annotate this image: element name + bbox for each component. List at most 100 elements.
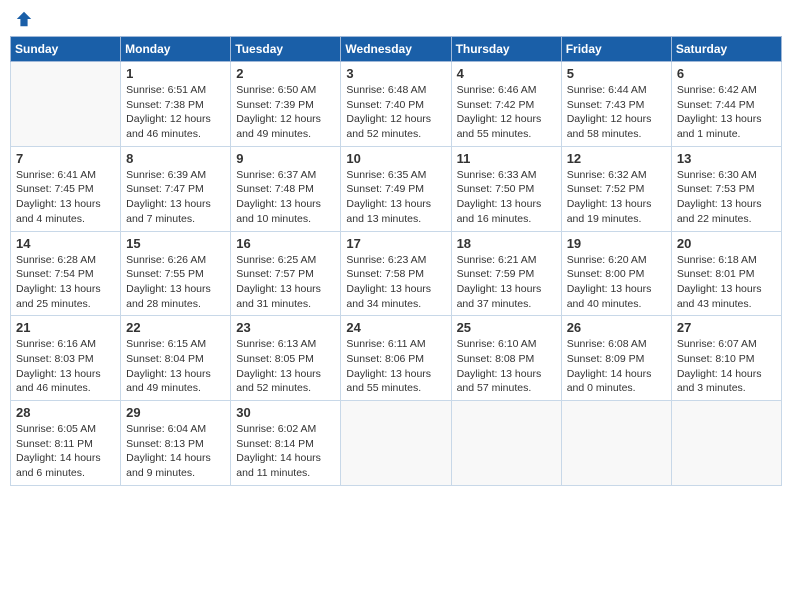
day-info: Sunrise: 6:50 AM Sunset: 7:39 PM Dayligh… <box>236 83 335 142</box>
day-info: Sunrise: 6:16 AM Sunset: 8:03 PM Dayligh… <box>16 337 115 396</box>
calendar-day-cell: 18 Sunrise: 6:21 AM Sunset: 7:59 PM Dayli… <box>451 231 561 316</box>
calendar-day-cell: 2Sunrise: 6:50 AM Sunset: 7:39 PM Daylig… <box>231 62 341 147</box>
day-info: Sunrise: 6:25 AM Sunset: 7:57 PM Dayligh… <box>236 253 335 312</box>
day-number: 29 <box>126 405 225 420</box>
day-info: Sunrise: 6:41 AM Sunset: 7:45 PM Dayligh… <box>16 168 115 227</box>
logo <box>14 10 33 28</box>
calendar-day-cell: 28 Sunrise: 6:05 AM Sunset: 8:11 PM Dayli… <box>11 401 121 486</box>
calendar-header: SundayMondayTuesdayWednesdayThursdayFrid… <box>11 37 782 62</box>
calendar-day-cell: 1 Sunrise: 6:51 AM Sunset: 7:38 PM Daylig… <box>121 62 231 147</box>
calendar-table: SundayMondayTuesdayWednesdayThursdayFrid… <box>10 36 782 486</box>
day-of-week-header: Thursday <box>451 37 561 62</box>
day-number: 18 <box>457 236 556 251</box>
calendar-day-cell <box>11 62 121 147</box>
calendar-day-cell <box>451 401 561 486</box>
calendar-day-cell: 26 Sunrise: 6:08 AM Sunset: 8:09 PM Dayli… <box>561 316 671 401</box>
calendar-day-cell: 7 Sunrise: 6:41 AM Sunset: 7:45 PM Daylig… <box>11 146 121 231</box>
day-info: Sunrise: 6:07 AM Sunset: 8:10 PM Dayligh… <box>677 337 776 396</box>
calendar-day-cell: 5 Sunrise: 6:44 AM Sunset: 7:43 PM Daylig… <box>561 62 671 147</box>
day-info: Sunrise: 6:32 AM Sunset: 7:52 PM Dayligh… <box>567 168 666 227</box>
calendar-day-cell: 21 Sunrise: 6:16 AM Sunset: 8:03 PM Dayli… <box>11 316 121 401</box>
day-of-week-header: Saturday <box>671 37 781 62</box>
calendar-day-cell: 15 Sunrise: 6:26 AM Sunset: 7:55 PM Dayli… <box>121 231 231 316</box>
calendar-day-cell <box>341 401 451 486</box>
day-number: 7 <box>16 151 115 166</box>
day-info: Sunrise: 6:23 AM Sunset: 7:58 PM Dayligh… <box>346 253 445 312</box>
day-info: Sunrise: 6:37 AM Sunset: 7:48 PM Dayligh… <box>236 168 335 227</box>
day-info: Sunrise: 6:04 AM Sunset: 8:13 PM Dayligh… <box>126 422 225 481</box>
calendar-week-row: 1 Sunrise: 6:51 AM Sunset: 7:38 PM Daylig… <box>11 62 782 147</box>
day-info: Sunrise: 6:11 AM Sunset: 8:06 PM Dayligh… <box>346 337 445 396</box>
calendar-day-cell: 17 Sunrise: 6:23 AM Sunset: 7:58 PM Dayli… <box>341 231 451 316</box>
calendar-day-cell <box>671 401 781 486</box>
day-number: 19 <box>567 236 666 251</box>
calendar-day-cell: 20 Sunrise: 6:18 AM Sunset: 8:01 PM Dayli… <box>671 231 781 316</box>
day-of-week-header: Friday <box>561 37 671 62</box>
day-info: Sunrise: 6:48 AM Sunset: 7:40 PM Dayligh… <box>346 83 445 142</box>
day-info: Sunrise: 6:02 AM Sunset: 8:14 PM Dayligh… <box>236 422 335 481</box>
calendar-day-cell: 3 Sunrise: 6:48 AM Sunset: 7:40 PM Daylig… <box>341 62 451 147</box>
day-number: 9 <box>236 151 335 166</box>
day-number: 27 <box>677 320 776 335</box>
day-number: 23 <box>236 320 335 335</box>
calendar-day-cell: 13Sunrise: 6:30 AM Sunset: 7:53 PM Dayli… <box>671 146 781 231</box>
day-info: Sunrise: 6:46 AM Sunset: 7:42 PM Dayligh… <box>457 83 556 142</box>
logo-icon <box>15 10 33 28</box>
day-number: 5 <box>567 66 666 81</box>
day-of-week-header: Monday <box>121 37 231 62</box>
calendar-day-cell: 25Sunrise: 6:10 AM Sunset: 8:08 PM Dayli… <box>451 316 561 401</box>
day-info: Sunrise: 6:26 AM Sunset: 7:55 PM Dayligh… <box>126 253 225 312</box>
day-info: Sunrise: 6:08 AM Sunset: 8:09 PM Dayligh… <box>567 337 666 396</box>
calendar-day-cell: 12 Sunrise: 6:32 AM Sunset: 7:52 PM Dayli… <box>561 146 671 231</box>
day-number: 8 <box>126 151 225 166</box>
day-number: 12 <box>567 151 666 166</box>
calendar-week-row: 21 Sunrise: 6:16 AM Sunset: 8:03 PM Dayli… <box>11 316 782 401</box>
day-number: 20 <box>677 236 776 251</box>
day-info: Sunrise: 6:33 AM Sunset: 7:50 PM Dayligh… <box>457 168 556 227</box>
day-number: 28 <box>16 405 115 420</box>
day-number: 1 <box>126 66 225 81</box>
calendar-day-cell: 27 Sunrise: 6:07 AM Sunset: 8:10 PM Dayli… <box>671 316 781 401</box>
calendar-day-cell: 19Sunrise: 6:20 AM Sunset: 8:00 PM Dayli… <box>561 231 671 316</box>
calendar-week-row: 28 Sunrise: 6:05 AM Sunset: 8:11 PM Dayli… <box>11 401 782 486</box>
calendar-week-row: 7 Sunrise: 6:41 AM Sunset: 7:45 PM Daylig… <box>11 146 782 231</box>
day-number: 21 <box>16 320 115 335</box>
day-info: Sunrise: 6:15 AM Sunset: 8:04 PM Dayligh… <box>126 337 225 396</box>
day-info: Sunrise: 6:51 AM Sunset: 7:38 PM Dayligh… <box>126 83 225 142</box>
day-number: 24 <box>346 320 445 335</box>
day-info: Sunrise: 6:39 AM Sunset: 7:47 PM Dayligh… <box>126 168 225 227</box>
day-number: 15 <box>126 236 225 251</box>
day-number: 25 <box>457 320 556 335</box>
day-info: Sunrise: 6:05 AM Sunset: 8:11 PM Dayligh… <box>16 422 115 481</box>
day-info: Sunrise: 6:28 AM Sunset: 7:54 PM Dayligh… <box>16 253 115 312</box>
day-info: Sunrise: 6:18 AM Sunset: 8:01 PM Dayligh… <box>677 253 776 312</box>
calendar-day-cell: 16 Sunrise: 6:25 AM Sunset: 7:57 PM Dayli… <box>231 231 341 316</box>
day-number: 6 <box>677 66 776 81</box>
day-of-week-header: Wednesday <box>341 37 451 62</box>
day-number: 3 <box>346 66 445 81</box>
calendar-day-cell: 8 Sunrise: 6:39 AM Sunset: 7:47 PM Daylig… <box>121 146 231 231</box>
calendar-day-cell: 22Sunrise: 6:15 AM Sunset: 8:04 PM Dayli… <box>121 316 231 401</box>
calendar-day-cell <box>561 401 671 486</box>
day-number: 14 <box>16 236 115 251</box>
day-of-week-header: Tuesday <box>231 37 341 62</box>
day-info: Sunrise: 6:35 AM Sunset: 7:49 PM Dayligh… <box>346 168 445 227</box>
day-of-week-header: Sunday <box>11 37 121 62</box>
calendar-day-cell: 30 Sunrise: 6:02 AM Sunset: 8:14 PM Dayli… <box>231 401 341 486</box>
calendar-day-cell: 10 Sunrise: 6:35 AM Sunset: 7:49 PM Dayli… <box>341 146 451 231</box>
calendar-week-row: 14 Sunrise: 6:28 AM Sunset: 7:54 PM Dayli… <box>11 231 782 316</box>
day-number: 26 <box>567 320 666 335</box>
calendar-day-cell: 4Sunrise: 6:46 AM Sunset: 7:42 PM Daylig… <box>451 62 561 147</box>
day-info: Sunrise: 6:21 AM Sunset: 7:59 PM Dayligh… <box>457 253 556 312</box>
day-number: 10 <box>346 151 445 166</box>
page-header <box>10 10 782 28</box>
calendar-day-cell: 29 Sunrise: 6:04 AM Sunset: 8:13 PM Dayli… <box>121 401 231 486</box>
calendar-day-cell: 14 Sunrise: 6:28 AM Sunset: 7:54 PM Dayli… <box>11 231 121 316</box>
day-number: 16 <box>236 236 335 251</box>
day-info: Sunrise: 6:44 AM Sunset: 7:43 PM Dayligh… <box>567 83 666 142</box>
day-number: 30 <box>236 405 335 420</box>
day-number: 17 <box>346 236 445 251</box>
calendar-day-cell: 6Sunrise: 6:42 AM Sunset: 7:44 PM Daylig… <box>671 62 781 147</box>
calendar-day-cell: 11Sunrise: 6:33 AM Sunset: 7:50 PM Dayli… <box>451 146 561 231</box>
calendar-day-cell: 23Sunrise: 6:13 AM Sunset: 8:05 PM Dayli… <box>231 316 341 401</box>
